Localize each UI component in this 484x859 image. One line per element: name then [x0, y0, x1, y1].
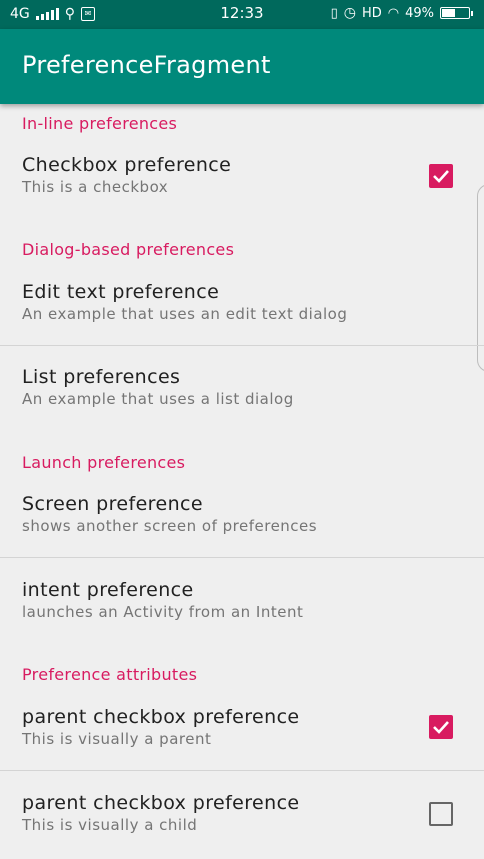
section-header-attributes: Preference attributes	[22, 665, 198, 684]
list-preference-title: List preferences	[22, 366, 181, 388]
checkbox-preference-summary: This is a checkbox	[22, 178, 169, 196]
divider	[0, 557, 484, 558]
intent-preference-summary: launches an Activity from an Intent	[22, 603, 304, 621]
child-checkbox[interactable]	[429, 802, 453, 826]
status-bar: 4G ⚲ ✉ 12:33 ▯ ◷ HD ◠ 49%	[0, 0, 484, 29]
checkbox-preference-checkbox[interactable]	[429, 164, 453, 188]
app-bar: PreferenceFragment	[0, 29, 484, 104]
screen-preference-summary: shows another screen of preferences	[22, 517, 318, 535]
divider	[0, 345, 484, 346]
check-icon	[433, 721, 449, 734]
child-checkbox-preference-title: parent checkbox preference	[22, 792, 300, 814]
child-checkbox-preference-summary: This is visually a child	[22, 816, 198, 834]
scroll-edge-indicator	[477, 184, 484, 372]
app-title: PreferenceFragment	[22, 51, 271, 79]
alarm-icon: ◷	[343, 5, 356, 21]
vibrate-icon: ▯	[330, 5, 338, 21]
section-header-launch: Launch preferences	[22, 453, 186, 472]
wifi-icon: ◠	[387, 5, 400, 21]
section-header-inline: In-line preferences	[22, 114, 178, 133]
checkbox-preference-title: Checkbox preference	[22, 154, 232, 176]
screen-preference-title: Screen preference	[22, 493, 203, 515]
section-header-dialog: Dialog-based preferences	[22, 240, 235, 259]
edit-text-preference-summary: An example that uses an edit text dialog	[22, 305, 348, 323]
battery-icon	[440, 7, 473, 19]
intent-preference-title: intent preference	[22, 579, 194, 601]
parent-checkbox[interactable]	[429, 715, 453, 739]
check-icon	[433, 170, 449, 183]
parent-checkbox-preference-title: parent checkbox preference	[22, 706, 300, 728]
battery-percent: 49%	[405, 5, 434, 21]
divider	[0, 770, 484, 771]
list-preference-summary: An example that uses a list dialog	[22, 390, 294, 408]
edit-text-preference-title: Edit text preference	[22, 281, 220, 303]
parent-checkbox-preference-summary: This is visually a parent	[22, 730, 212, 748]
hd-label: HD	[361, 5, 382, 21]
status-right: ▯ ◷ HD ◠ 49%	[330, 5, 473, 21]
